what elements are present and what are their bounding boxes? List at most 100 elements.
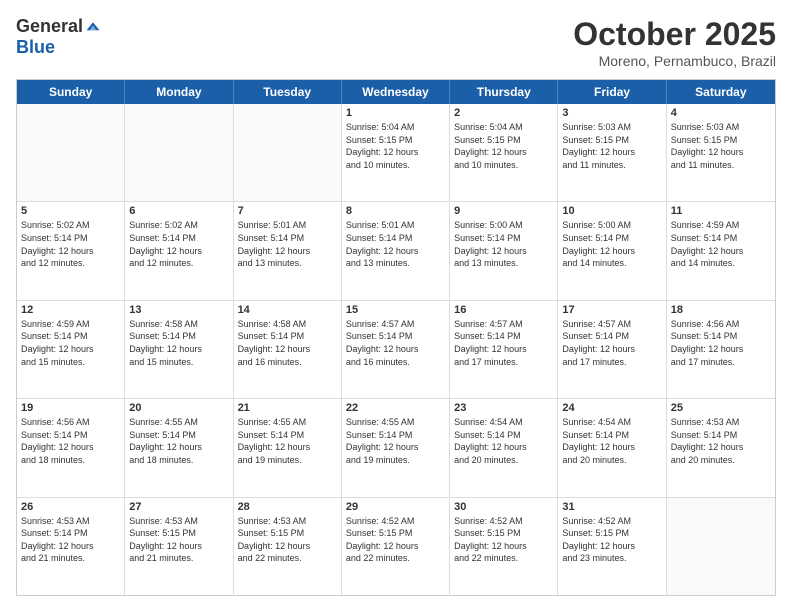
day-info: Sunrise: 4:57 AM Sunset: 5:14 PM Dayligh… <box>454 318 553 368</box>
calendar-cell: 8 Sunrise: 5:01 AM Sunset: 5:14 PM Daylig… <box>342 202 450 299</box>
logo: General Blue <box>16 16 101 58</box>
calendar-cell: 12 Sunrise: 4:59 AM Sunset: 5:14 PM Dayli… <box>17 301 125 398</box>
calendar-cell: 10Sunrise: 5:00 AM Sunset: 5:14 PM Dayli… <box>558 202 666 299</box>
calendar-cell: 27 Sunrise: 4:53 AM Sunset: 5:15 PM Dayli… <box>125 498 233 595</box>
calendar-cell-empty <box>17 104 125 201</box>
day-number: 6 <box>129 205 228 217</box>
day-info: Sunrise: 4:59 AM Sunset: 5:14 PM Dayligh… <box>21 318 120 368</box>
calendar-day-header: Saturday <box>667 80 775 104</box>
calendar-cell: 29 Sunrise: 4:52 AM Sunset: 5:15 PM Dayli… <box>342 498 450 595</box>
day-info: Sunrise: 4:55 AM Sunset: 5:14 PM Dayligh… <box>238 416 337 466</box>
calendar-cell: 21 Sunrise: 4:55 AM Sunset: 5:14 PM Dayli… <box>234 399 342 496</box>
calendar-cell-empty <box>125 104 233 201</box>
calendar-day-header: Friday <box>558 80 666 104</box>
calendar-cell: 23 Sunrise: 4:54 AM Sunset: 5:14 PM Dayli… <box>450 399 558 496</box>
day-number: 11 <box>671 205 771 217</box>
day-number: 18 <box>671 304 771 316</box>
day-number: 20 <box>129 402 228 414</box>
day-info: Sunrise: 5:01 AM Sunset: 5:14 PM Dayligh… <box>238 219 337 269</box>
calendar-week-row: 1 Sunrise: 5:04 AM Sunset: 5:15 PM Daylig… <box>17 104 775 202</box>
day-number: 29 <box>346 501 445 513</box>
calendar-cell: 7 Sunrise: 5:01 AM Sunset: 5:14 PM Daylig… <box>234 202 342 299</box>
day-info: Sunrise: 4:57 AM Sunset: 5:14 PM Dayligh… <box>562 318 661 368</box>
calendar-cell: 6 Sunrise: 5:02 AM Sunset: 5:14 PM Daylig… <box>125 202 233 299</box>
day-info: Sunrise: 4:52 AM Sunset: 5:15 PM Dayligh… <box>346 515 445 565</box>
day-info: Sunrise: 4:59 AM Sunset: 5:14 PM Dayligh… <box>671 219 771 269</box>
title-section: October 2025 Moreno, Pernambuco, Brazil <box>573 16 776 69</box>
day-info: Sunrise: 4:56 AM Sunset: 5:14 PM Dayligh… <box>21 416 120 466</box>
day-number: 31 <box>562 501 661 513</box>
day-info: Sunrise: 5:04 AM Sunset: 5:15 PM Dayligh… <box>346 121 445 171</box>
day-number: 17 <box>562 304 661 316</box>
day-number: 10 <box>562 205 661 217</box>
day-info: Sunrise: 4:57 AM Sunset: 5:14 PM Dayligh… <box>346 318 445 368</box>
calendar: SundayMondayTuesdayWednesdayThursdayFrid… <box>16 79 776 596</box>
day-info: Sunrise: 4:52 AM Sunset: 5:15 PM Dayligh… <box>562 515 661 565</box>
day-number: 19 <box>21 402 120 414</box>
calendar-day-header: Tuesday <box>234 80 342 104</box>
day-number: 7 <box>238 205 337 217</box>
logo-icon <box>85 19 101 35</box>
day-number: 22 <box>346 402 445 414</box>
day-number: 13 <box>129 304 228 316</box>
day-info: Sunrise: 4:53 AM Sunset: 5:14 PM Dayligh… <box>21 515 120 565</box>
day-number: 2 <box>454 107 553 119</box>
calendar-cell: 3Sunrise: 5:03 AM Sunset: 5:15 PM Daylig… <box>558 104 666 201</box>
calendar-cell-empty <box>234 104 342 201</box>
day-info: Sunrise: 4:54 AM Sunset: 5:14 PM Dayligh… <box>454 416 553 466</box>
day-info: Sunrise: 4:53 AM Sunset: 5:15 PM Dayligh… <box>238 515 337 565</box>
calendar-cell: 4Sunrise: 5:03 AM Sunset: 5:15 PM Daylig… <box>667 104 775 201</box>
day-info: Sunrise: 5:02 AM Sunset: 5:14 PM Dayligh… <box>129 219 228 269</box>
day-number: 1 <box>346 107 445 119</box>
calendar-cell: 9 Sunrise: 5:00 AM Sunset: 5:14 PM Daylig… <box>450 202 558 299</box>
calendar-cell: 16Sunrise: 4:57 AM Sunset: 5:14 PM Dayli… <box>450 301 558 398</box>
calendar-cell: 5Sunrise: 5:02 AM Sunset: 5:14 PM Daylig… <box>17 202 125 299</box>
day-info: Sunrise: 4:58 AM Sunset: 5:14 PM Dayligh… <box>238 318 337 368</box>
calendar-cell: 14 Sunrise: 4:58 AM Sunset: 5:14 PM Dayli… <box>234 301 342 398</box>
day-info: Sunrise: 4:55 AM Sunset: 5:14 PM Dayligh… <box>346 416 445 466</box>
calendar-week-row: 19 Sunrise: 4:56 AM Sunset: 5:14 PM Dayli… <box>17 399 775 497</box>
calendar-day-header: Sunday <box>17 80 125 104</box>
day-info: Sunrise: 5:01 AM Sunset: 5:14 PM Dayligh… <box>346 219 445 269</box>
calendar-cell: 24Sunrise: 4:54 AM Sunset: 5:14 PM Dayli… <box>558 399 666 496</box>
calendar-week-row: 5 Sunrise: 5:02 AM Sunset: 5:14 PM Daylig… <box>17 202 775 300</box>
month-title: October 2025 <box>573 16 776 53</box>
day-info: Sunrise: 4:53 AM Sunset: 5:15 PM Dayligh… <box>129 515 228 565</box>
calendar-cell: 26 Sunrise: 4:53 AM Sunset: 5:14 PM Dayli… <box>17 498 125 595</box>
day-info: Sunrise: 5:04 AM Sunset: 5:15 PM Dayligh… <box>454 121 553 171</box>
calendar-header: SundayMondayTuesdayWednesdayThursdayFrid… <box>17 80 775 104</box>
day-number: 25 <box>671 402 771 414</box>
day-info: Sunrise: 4:55 AM Sunset: 5:14 PM Dayligh… <box>129 416 228 466</box>
page: General Blue October 2025 Moreno, Pernam… <box>0 0 792 612</box>
day-number: 14 <box>238 304 337 316</box>
day-info: Sunrise: 4:54 AM Sunset: 5:14 PM Dayligh… <box>562 416 661 466</box>
day-number: 9 <box>454 205 553 217</box>
day-number: 8 <box>346 205 445 217</box>
calendar-cell: 22 Sunrise: 4:55 AM Sunset: 5:14 PM Dayli… <box>342 399 450 496</box>
day-number: 21 <box>238 402 337 414</box>
day-info: Sunrise: 5:00 AM Sunset: 5:14 PM Dayligh… <box>454 219 553 269</box>
calendar-day-header: Thursday <box>450 80 558 104</box>
logo-blue-text: Blue <box>16 37 55 58</box>
calendar-cell-empty <box>667 498 775 595</box>
day-number: 5 <box>21 205 120 217</box>
day-number: 23 <box>454 402 553 414</box>
day-number: 4 <box>671 107 771 119</box>
header: General Blue October 2025 Moreno, Pernam… <box>16 16 776 69</box>
calendar-cell: 15Sunrise: 4:57 AM Sunset: 5:14 PM Dayli… <box>342 301 450 398</box>
calendar-cell: 28Sunrise: 4:53 AM Sunset: 5:15 PM Dayli… <box>234 498 342 595</box>
calendar-body: 1 Sunrise: 5:04 AM Sunset: 5:15 PM Daylig… <box>17 104 775 595</box>
calendar-cell: 20 Sunrise: 4:55 AM Sunset: 5:14 PM Dayli… <box>125 399 233 496</box>
calendar-day-header: Monday <box>125 80 233 104</box>
location: Moreno, Pernambuco, Brazil <box>573 53 776 69</box>
calendar-week-row: 12 Sunrise: 4:59 AM Sunset: 5:14 PM Dayli… <box>17 301 775 399</box>
calendar-week-row: 26 Sunrise: 4:53 AM Sunset: 5:14 PM Dayli… <box>17 498 775 595</box>
day-number: 26 <box>21 501 120 513</box>
day-number: 27 <box>129 501 228 513</box>
calendar-cell: 30Sunrise: 4:52 AM Sunset: 5:15 PM Dayli… <box>450 498 558 595</box>
day-info: Sunrise: 4:58 AM Sunset: 5:14 PM Dayligh… <box>129 318 228 368</box>
day-number: 12 <box>21 304 120 316</box>
calendar-cell: 19 Sunrise: 4:56 AM Sunset: 5:14 PM Dayli… <box>17 399 125 496</box>
calendar-cell: 17 Sunrise: 4:57 AM Sunset: 5:14 PM Dayli… <box>558 301 666 398</box>
day-info: Sunrise: 4:52 AM Sunset: 5:15 PM Dayligh… <box>454 515 553 565</box>
